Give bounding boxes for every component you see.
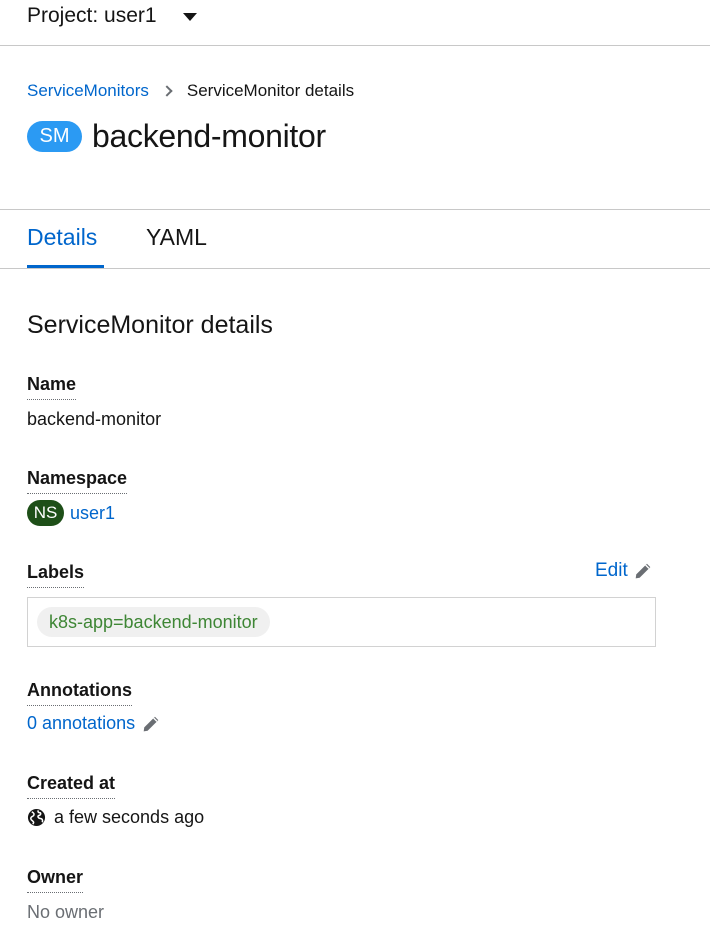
edit-labels-button[interactable]: Edit [595,560,652,582]
namespace-label: Namespace [27,468,128,494]
label-chip[interactable]: k8s-app=backend-monitor [37,607,270,637]
page-header: SM backend-monitor [27,118,326,155]
annotations-label: Annotations [27,680,132,706]
owner-label: Owner [27,867,84,893]
resource-kind-badge: SM [27,121,82,152]
annotations-value[interactable]: 0 annotations [27,713,160,734]
namespace-value: NS user1 [27,500,115,526]
labels-label: Labels [27,562,85,588]
pencil-icon [143,716,159,731]
owner-value: No owner [27,902,105,922]
created-at-text: a few seconds ago [54,807,205,827]
name-label: Name [27,374,77,400]
breadcrumb-current: ServiceMonitor details [186,81,355,100]
page-title: backend-monitor [92,118,326,154]
labels-container: k8s-app=backend-monitor [27,597,656,647]
name-value: backend-monitor [27,409,162,429]
caret-down-icon [182,13,197,21]
section-title: ServiceMonitor details [27,311,273,339]
edit-labels-text: Edit [595,560,628,581]
created-at-label: Created at [27,773,116,799]
namespace-badge: NS [27,500,64,526]
globe-icon [27,808,46,827]
pencil-icon [635,563,651,579]
project-bar: Project: user1 [0,0,710,46]
namespace-link[interactable]: user1 [70,503,115,524]
chevron-right-icon [161,85,173,97]
tab-details[interactable]: Details [27,224,97,251]
project-selector[interactable]: Project: user1 [27,4,197,28]
annotations-link[interactable]: 0 annotations [27,713,135,734]
active-tab-indicator [27,265,104,268]
tab-bar: Details YAML [0,209,710,269]
created-at-value: a few seconds ago [27,807,204,828]
tab-yaml[interactable]: YAML [146,224,207,251]
breadcrumb-servicemonitors-link[interactable]: ServiceMonitors [27,81,149,101]
breadcrumb: ServiceMonitors ServiceMonitor details [27,81,354,101]
project-label: Project: user1 [27,4,157,27]
